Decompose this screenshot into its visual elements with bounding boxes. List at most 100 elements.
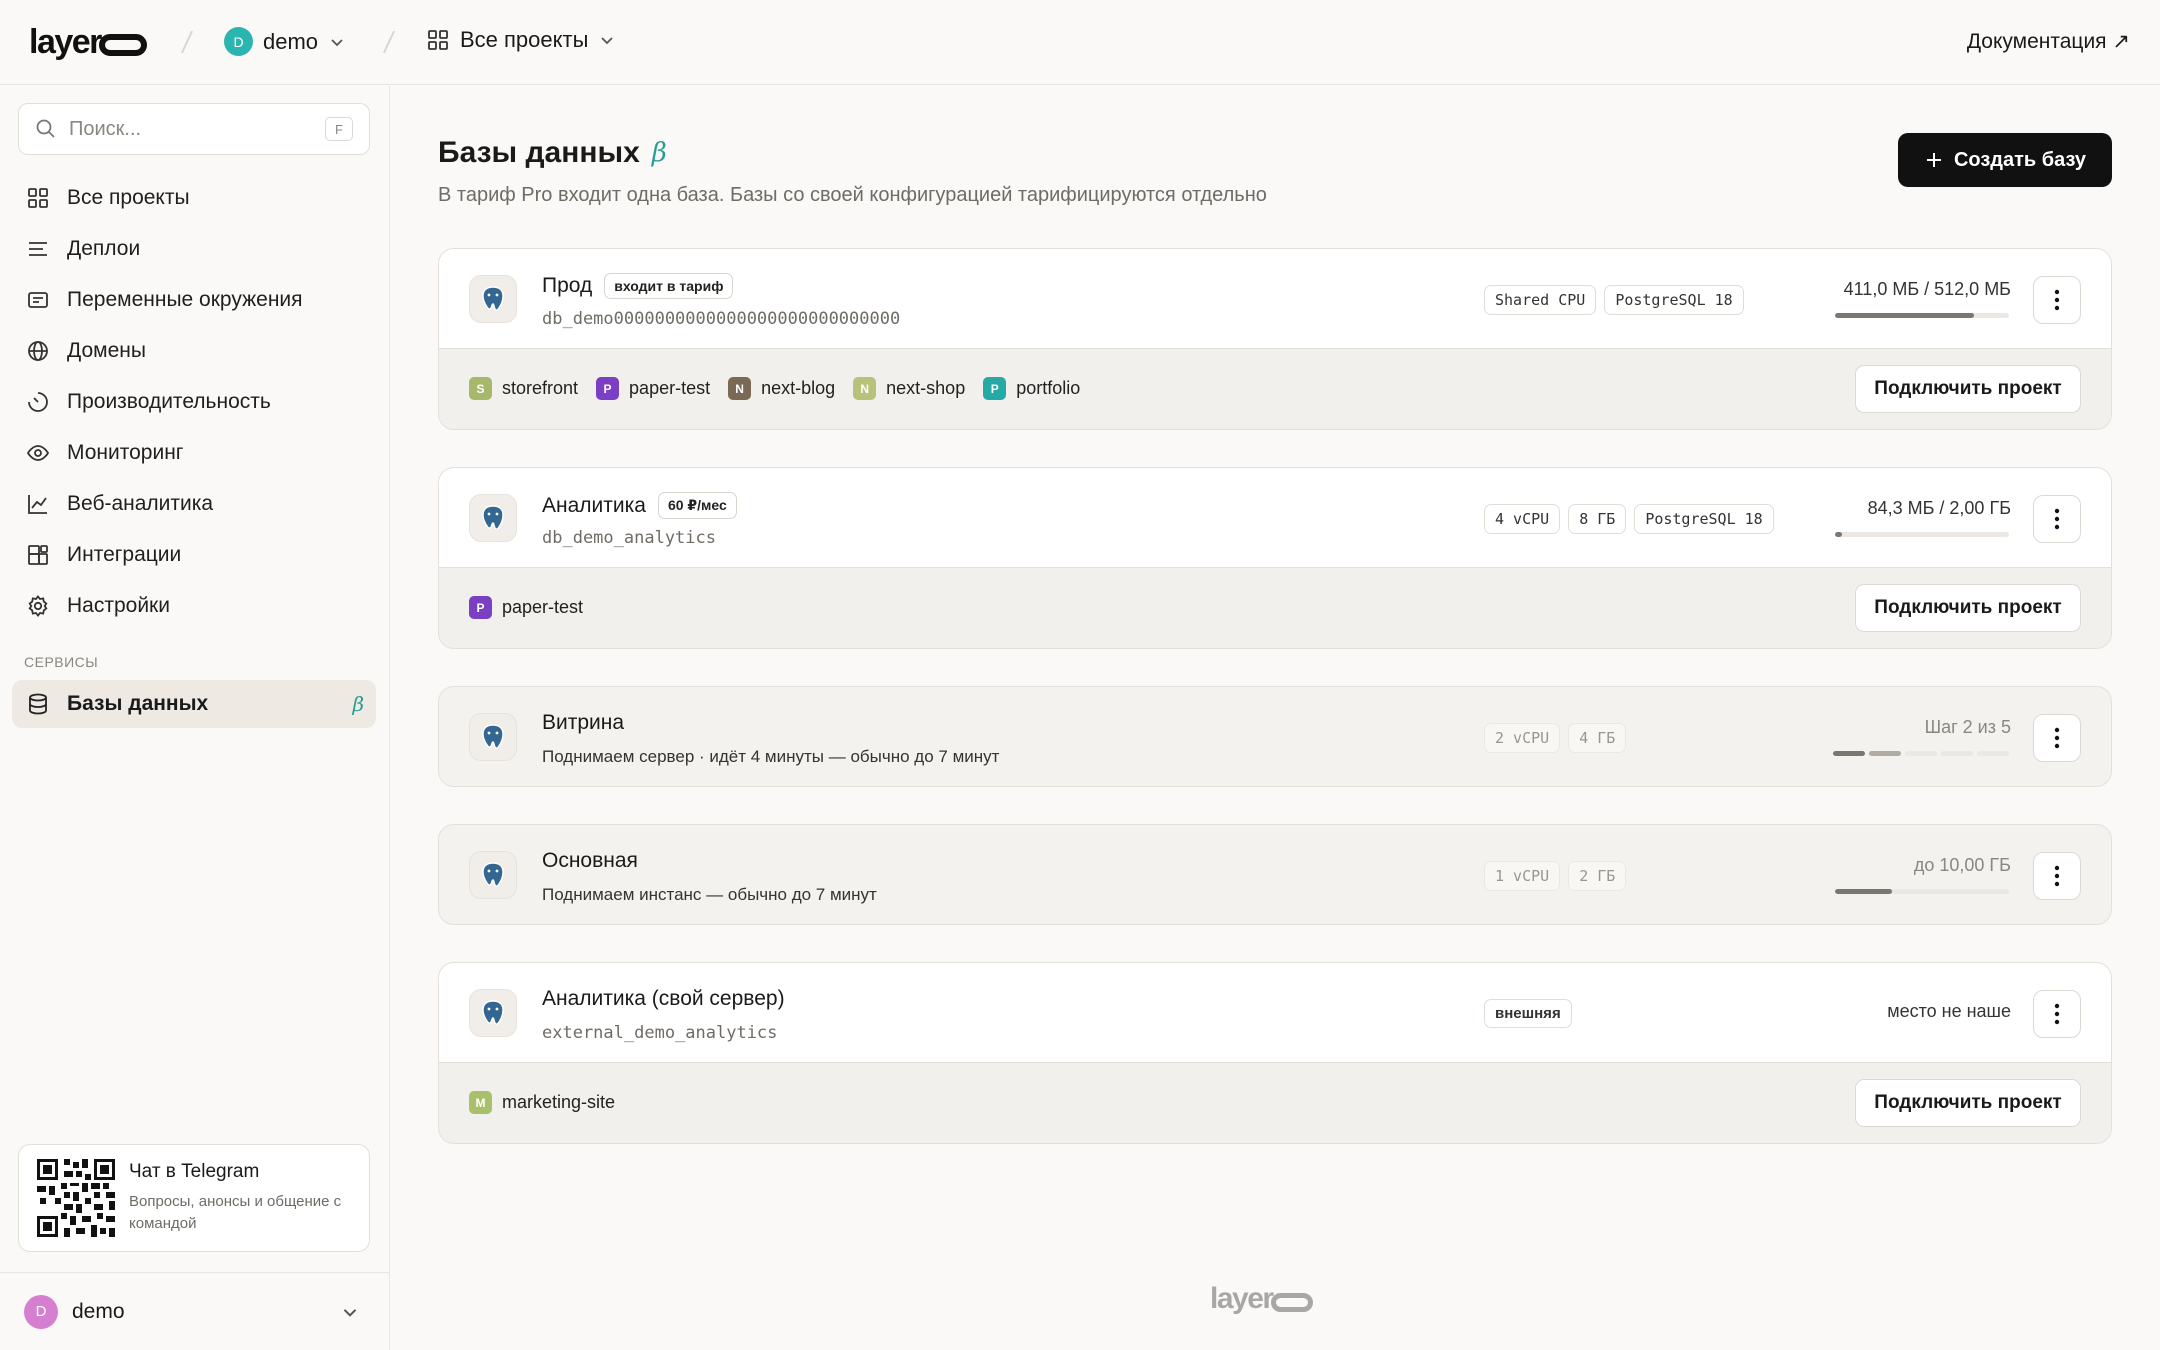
page-subtitle: В тариф Pro входит одна база. Базы со св… [438,184,1267,206]
more-menu-button[interactable] [2033,852,2081,900]
connect-project-button[interactable]: Подключить проект [1855,1079,2081,1127]
telegram-title: Чат в Telegram [129,1161,260,1182]
connected-projects: Mmarketing-site [469,1091,615,1114]
tag-cpu: 1 vCPU [1484,861,1561,891]
workspace-switcher[interactable]: D demo [224,27,346,56]
sidebar-item-deploys[interactable]: Деплои [12,223,378,274]
sidebar: F Все проекты Деплои Переменные окружени… [0,86,390,1350]
postgresql-icon [469,713,517,761]
step-segment [1833,751,1865,756]
sidebar-item-monitoring[interactable]: Мониторинг [12,427,378,478]
sidebar-item-web-analytics[interactable]: Веб-аналитика [12,478,378,529]
create-database-label: Создать базу [1953,148,2087,171]
database-name: Прод входит в тариф [542,273,734,299]
storage-limit: до 10,00 ГБ [1913,855,2011,875]
storage-note: место не наше [1887,1001,2011,1021]
connected-projects-row: Ppaper-test Подключить проект [439,568,2111,646]
more-menu-button[interactable] [2033,714,2081,762]
sidebar-item-integrations[interactable]: Интеграции [12,529,378,580]
database-name-text: Прод [542,274,593,297]
grid-icon [428,30,448,50]
sidebar-item-settings[interactable]: Настройки [12,580,378,631]
project-avatar: N [728,377,752,400]
tag-memory: 2 ГБ [1568,861,1627,891]
project-name: next-shop [886,378,966,398]
project-chip[interactable]: Pportfolio [983,377,1080,400]
more-vertical-icon [2054,727,2060,749]
sidebar-item-domains[interactable]: Домены [12,325,378,376]
connect-project-button[interactable]: Подключить проект [1855,584,2081,632]
storage-bar [1835,889,2009,894]
more-vertical-icon [2054,508,2060,530]
database-card-header[interactable]: Аналитика (свой сервер) external_demo_an… [439,963,2111,1063]
sidebar-item-label: Базы данных [67,692,209,715]
database-name: Аналитика (свой сервер) [542,987,785,1011]
sidebar-item-env-vars[interactable]: Переменные окружения [12,274,378,325]
database-id: db_demo0000000000000000000000000000 [542,309,901,329]
project-name: storefront [502,378,579,398]
more-vertical-icon [2054,289,2060,311]
postgresql-icon [469,851,517,899]
database-card-header[interactable]: Витрина Поднимаем сервер · идёт 4 минуты… [439,687,2111,786]
database-card-header[interactable]: Аналитика 60 ₽/мес db_demo_analytics 4 v… [439,468,2111,568]
create-database-button[interactable]: Создать базу [1898,133,2112,187]
sidebar-item-label: Переменные окружения [67,287,303,311]
storage-bar-fill [1835,313,1975,318]
storage-usage: 411,0 МБ / 512,0 МБ [1843,279,2011,299]
connect-project-button[interactable]: Подключить проект [1855,365,2081,413]
breadcrumb-separator [181,30,193,54]
user-menu[interactable]: D demo [0,1272,390,1350]
project-chip[interactable]: Sstorefront [469,377,578,400]
workspace-name: demo [263,28,319,54]
more-menu-button[interactable] [2033,990,2081,1038]
project-avatar: N [853,377,877,400]
env-icon [25,287,51,313]
more-menu-button[interactable] [2033,495,2081,543]
project-name: paper-test [502,597,584,617]
project-name: portfolio [1016,378,1081,398]
layero-logo[interactable]: layero layer [29,22,147,62]
project-chip[interactable]: Ppaper-test [469,596,583,619]
search-box[interactable]: F [18,103,370,155]
more-vertical-icon [2054,1003,2060,1025]
sidebar-item-label: Мониторинг [67,440,184,464]
step-segment [1905,751,1937,756]
top-bar: layero layer D demo Все проекты Документ… [0,0,2160,85]
price-badge: 60 ₽/мес [657,492,737,519]
integrations-icon [25,542,51,568]
database-name-text: Аналитика [542,493,646,517]
database-card-header[interactable]: Прод входит в тариф db_demo0000000000000… [439,249,2111,349]
chart-icon [25,491,51,517]
project-avatar: P [469,596,492,619]
projects-switcher[interactable]: Все проекты [426,27,616,53]
sidebar-item-performance[interactable]: Производительность [12,376,378,427]
search-input[interactable] [69,117,309,141]
sidebar-item-all-projects[interactable]: Все проекты [12,172,378,223]
project-chip[interactable]: Nnext-shop [853,377,965,400]
beta-badge: β [651,138,667,168]
telegram-chat-card[interactable]: Чат в Telegram Вопросы, анонсы и общение… [18,1144,370,1252]
tag-cpu: 4 vCPU [1484,504,1561,534]
storage-usage: 84,3 МБ / 2,00 ГБ [1867,498,2011,518]
sidebar-item-databases[interactable]: Базы данных β [12,680,376,728]
search-shortcut-badge: F [325,117,353,141]
logo-ring [1270,1292,1313,1312]
documentation-link[interactable]: Документация ↗ [1967,29,2130,54]
connected-projects-row: Sstorefront Ppaper-test Nnext-blog Nnext… [439,349,2111,427]
workspace-avatar: D [224,27,253,56]
footer-logo: layero layer [1210,1282,1313,1316]
gear-icon [25,593,51,619]
chevron-down-icon [601,37,614,45]
project-chip[interactable]: Nnext-blog [728,377,835,400]
tag-memory: 8 ГБ [1568,504,1627,534]
database-card-header[interactable]: Основная Поднимаем инстанс — обычно до 7… [439,825,2111,924]
more-menu-button[interactable] [2033,276,2081,324]
database-tags: 4 vCPU 8 ГБ PostgreSQL 18 [1484,504,1774,534]
tag-engine: PostgreSQL 18 [1634,504,1774,534]
project-chip[interactable]: Ppaper-test [596,377,710,400]
sidebar-item-label: Деплои [67,236,141,260]
project-avatar: M [469,1091,492,1114]
project-chip[interactable]: Mmarketing-site [469,1091,615,1114]
database-card: Основная Поднимаем инстанс — обычно до 7… [438,824,2112,925]
project-name: paper-test [629,378,711,398]
